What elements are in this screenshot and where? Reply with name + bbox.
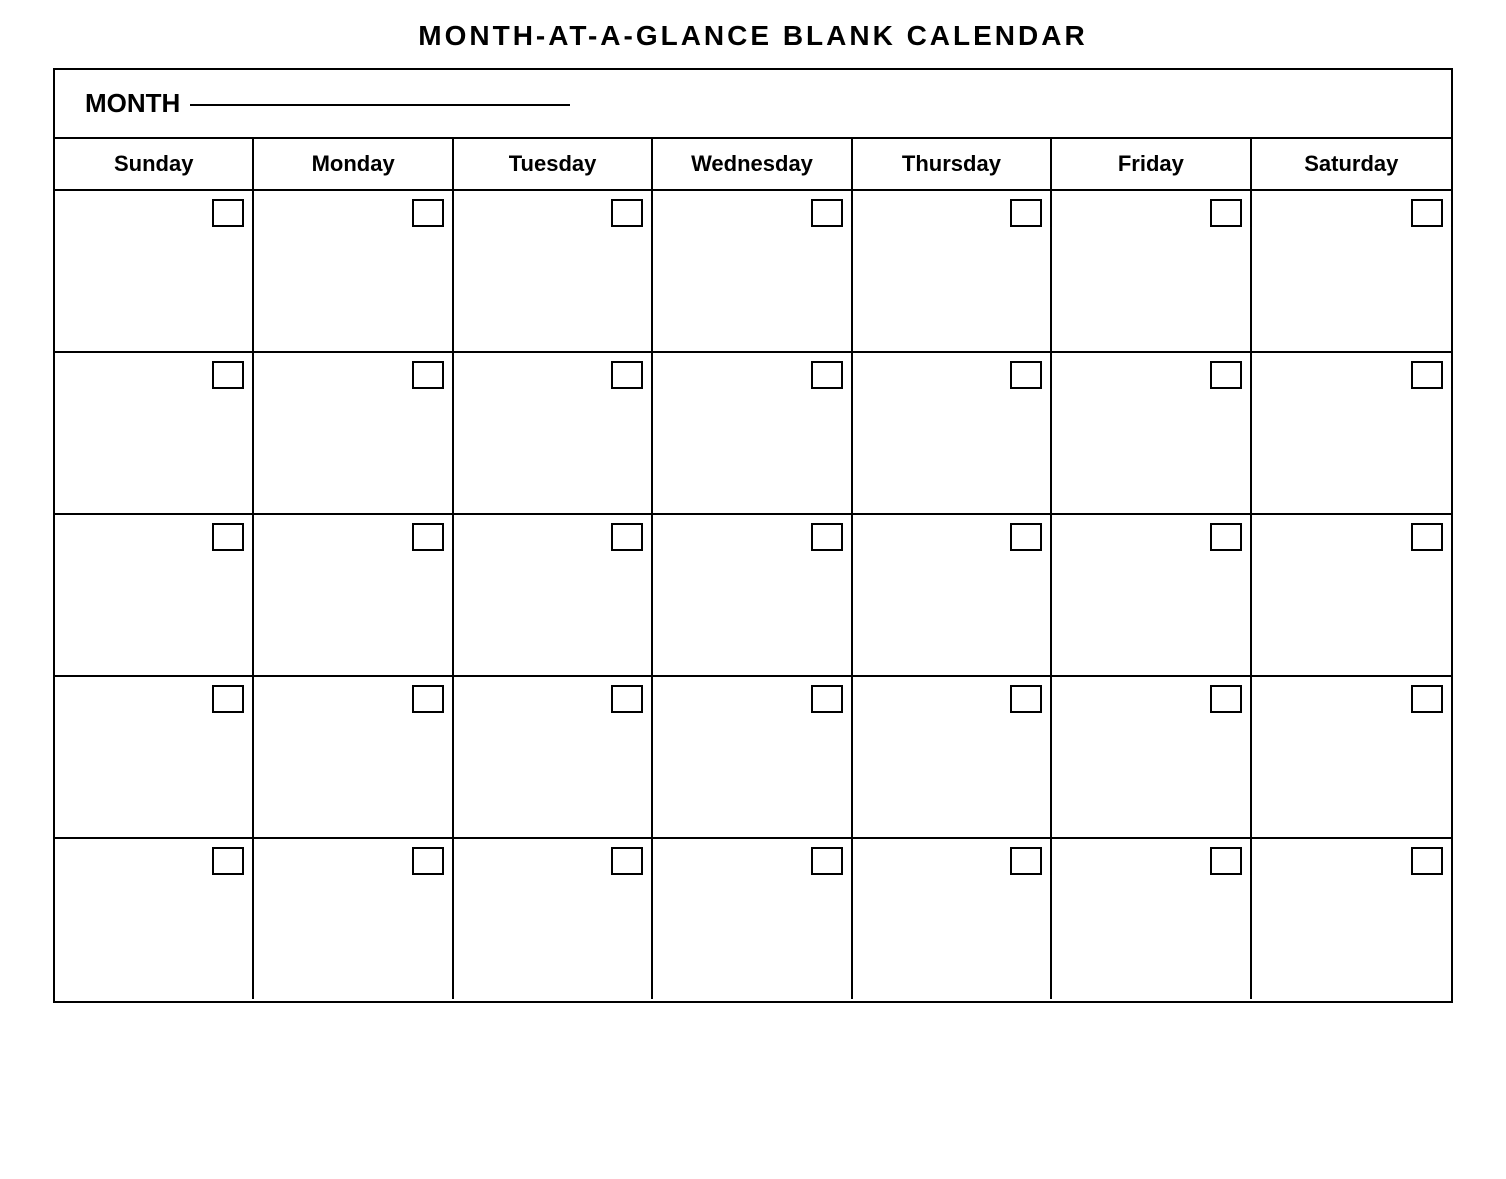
date-box[interactable] [212, 361, 244, 389]
cell-r5-c7[interactable] [1252, 839, 1451, 999]
cell-r5-c4[interactable] [653, 839, 852, 999]
date-box[interactable] [1210, 523, 1242, 551]
date-box[interactable] [1411, 523, 1443, 551]
cell-r5-c6[interactable] [1052, 839, 1251, 999]
day-header-sunday: Sunday [55, 139, 254, 189]
cell-r2-c6[interactable] [1052, 353, 1251, 513]
date-box[interactable] [212, 199, 244, 227]
date-box[interactable] [212, 847, 244, 875]
date-box[interactable] [1411, 199, 1443, 227]
cell-r4-c3[interactable] [454, 677, 653, 837]
date-box[interactable] [1411, 685, 1443, 713]
date-box[interactable] [1010, 523, 1042, 551]
cell-r4-c4[interactable] [653, 677, 852, 837]
cell-r2-c5[interactable] [853, 353, 1052, 513]
cell-r1-c6[interactable] [1052, 191, 1251, 351]
day-header-monday: Monday [254, 139, 453, 189]
cell-r1-c7[interactable] [1252, 191, 1451, 351]
date-box[interactable] [611, 523, 643, 551]
date-box[interactable] [811, 685, 843, 713]
date-box[interactable] [212, 685, 244, 713]
calendar-row-4 [55, 677, 1451, 839]
cell-r1-c2[interactable] [254, 191, 453, 351]
date-box[interactable] [811, 847, 843, 875]
date-box[interactable] [412, 199, 444, 227]
date-box[interactable] [1210, 847, 1242, 875]
cell-r1-c3[interactable] [454, 191, 653, 351]
cell-r1-c1[interactable] [55, 191, 254, 351]
day-header-wednesday: Wednesday [653, 139, 852, 189]
cell-r1-c4[interactable] [653, 191, 852, 351]
cell-r2-c3[interactable] [454, 353, 653, 513]
day-header-saturday: Saturday [1252, 139, 1451, 189]
day-header-friday: Friday [1052, 139, 1251, 189]
page: MONTH-AT-A-GLANCE BLANK CALENDAR MONTH S… [53, 20, 1453, 1003]
date-box[interactable] [811, 523, 843, 551]
cell-r2-c4[interactable] [653, 353, 852, 513]
calendar-grid [55, 191, 1451, 1001]
date-box[interactable] [611, 685, 643, 713]
date-box[interactable] [1210, 685, 1242, 713]
date-box[interactable] [1210, 361, 1242, 389]
month-label: MONTH [85, 88, 180, 119]
date-box[interactable] [611, 847, 643, 875]
month-header: MONTH [55, 70, 1451, 139]
date-box[interactable] [412, 847, 444, 875]
cell-r5-c5[interactable] [853, 839, 1052, 999]
day-header-tuesday: Tuesday [454, 139, 653, 189]
date-box[interactable] [1210, 199, 1242, 227]
date-box[interactable] [1010, 361, 1042, 389]
date-box[interactable] [1411, 847, 1443, 875]
date-box[interactable] [412, 523, 444, 551]
cell-r2-c2[interactable] [254, 353, 453, 513]
date-box[interactable] [611, 199, 643, 227]
date-box[interactable] [1010, 685, 1042, 713]
calendar-container: MONTH Sunday Monday Tuesday Wednesday Th… [53, 68, 1453, 1003]
date-box[interactable] [412, 361, 444, 389]
cell-r1-c5[interactable] [853, 191, 1052, 351]
date-box[interactable] [1010, 847, 1042, 875]
cell-r3-c1[interactable] [55, 515, 254, 675]
date-box[interactable] [611, 361, 643, 389]
month-underline [190, 104, 570, 106]
cell-r4-c6[interactable] [1052, 677, 1251, 837]
calendar-row-1 [55, 191, 1451, 353]
cell-r2-c1[interactable] [55, 353, 254, 513]
cell-r3-c5[interactable] [853, 515, 1052, 675]
calendar-row-3 [55, 515, 1451, 677]
calendar-row-5 [55, 839, 1451, 1001]
date-box[interactable] [412, 685, 444, 713]
cell-r3-c7[interactable] [1252, 515, 1451, 675]
cell-r3-c4[interactable] [653, 515, 852, 675]
date-box[interactable] [811, 199, 843, 227]
cell-r3-c6[interactable] [1052, 515, 1251, 675]
day-header-thursday: Thursday [853, 139, 1052, 189]
cell-r4-c1[interactable] [55, 677, 254, 837]
days-header: Sunday Monday Tuesday Wednesday Thursday… [55, 139, 1451, 191]
main-title: MONTH-AT-A-GLANCE BLANK CALENDAR [53, 20, 1453, 52]
date-box[interactable] [1010, 199, 1042, 227]
cell-r4-c5[interactable] [853, 677, 1052, 837]
cell-r3-c2[interactable] [254, 515, 453, 675]
date-box[interactable] [1411, 361, 1443, 389]
date-box[interactable] [212, 523, 244, 551]
cell-r4-c2[interactable] [254, 677, 453, 837]
calendar-row-2 [55, 353, 1451, 515]
cell-r5-c1[interactable] [55, 839, 254, 999]
date-box[interactable] [811, 361, 843, 389]
cell-r4-c7[interactable] [1252, 677, 1451, 837]
cell-r2-c7[interactable] [1252, 353, 1451, 513]
cell-r3-c3[interactable] [454, 515, 653, 675]
cell-r5-c2[interactable] [254, 839, 453, 999]
cell-r5-c3[interactable] [454, 839, 653, 999]
